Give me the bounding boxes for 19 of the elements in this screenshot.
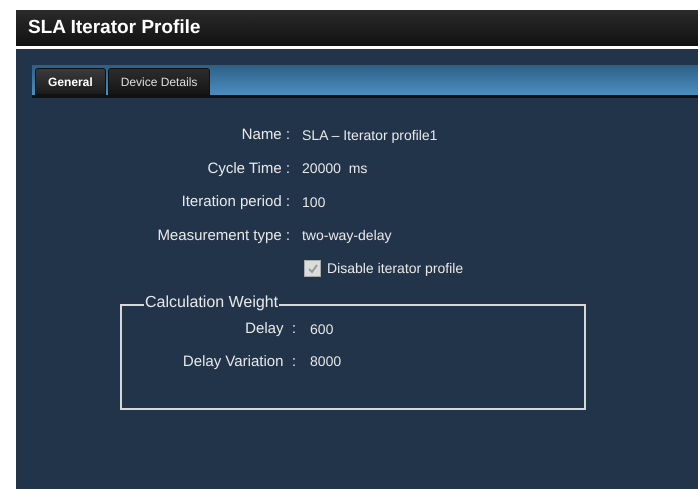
- window-title: SLA Iterator Profile: [28, 16, 200, 40]
- field-value: 8000: [310, 352, 342, 372]
- field-value: 600: [310, 320, 334, 339]
- field-label: Delay Variation :: [182, 352, 296, 372]
- field-label: Cycle Time :: [206, 158, 290, 178]
- check-icon: [306, 262, 318, 274]
- checkbox-label: Disable iterator profile: [327, 259, 464, 278]
- field-label: Name :: [240, 125, 290, 145]
- tab[interactable]: General: [35, 68, 106, 95]
- checkbox[interactable]: [304, 260, 321, 277]
- field-label: Iteration period :: [180, 192, 290, 212]
- field-value: SLA – Iterator profile1: [302, 126, 438, 145]
- field-value: 20000 ms: [302, 159, 368, 178]
- field-value: 100: [302, 192, 326, 212]
- tab[interactable]: Device Details: [108, 68, 210, 95]
- group-title: Calculation Weight: [144, 293, 280, 313]
- field-label: Delay :: [244, 319, 296, 339]
- field-label: Measurement type :: [156, 226, 290, 246]
- field-value: two-way-delay: [302, 226, 392, 246]
